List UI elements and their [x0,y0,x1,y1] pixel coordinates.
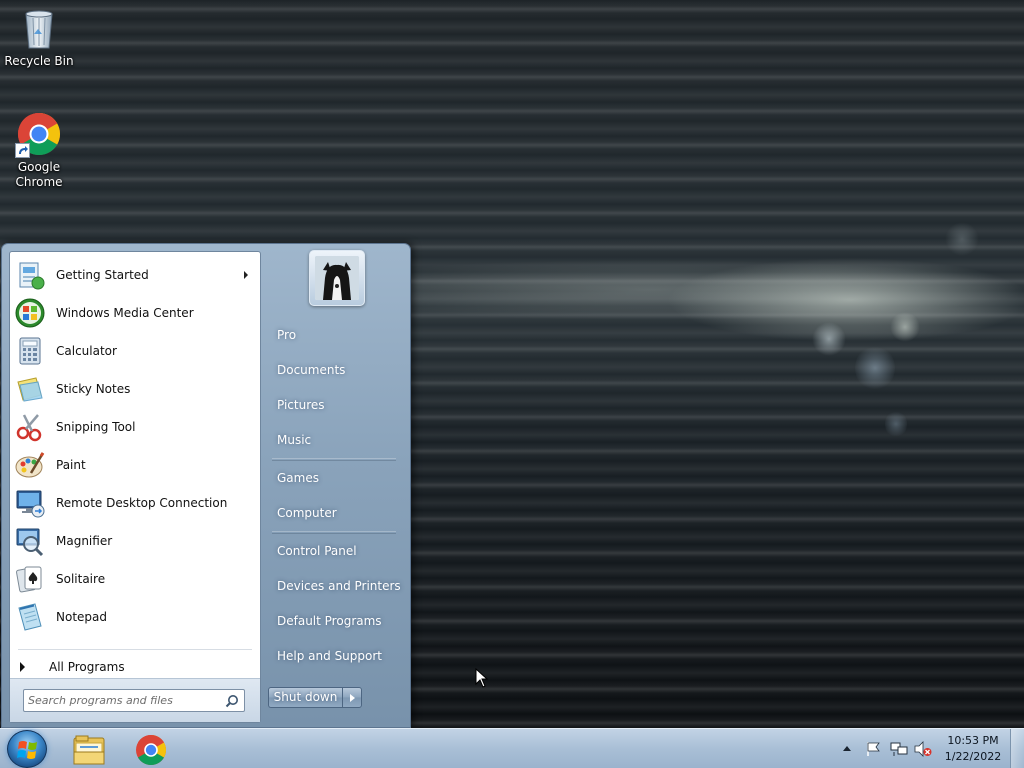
search-area [10,678,260,722]
program-label: Remote Desktop Connection [56,496,228,510]
desktop-icon-google-chrome[interactable]: Google Chrome [1,112,77,190]
all-programs-button[interactable]: All Programs [10,654,260,680]
place-music[interactable]: Music [264,423,404,458]
shutdown-button[interactable]: Shut down [268,687,342,708]
sticky-notes-icon [14,373,46,405]
wallpaper-light [890,312,920,342]
paint-icon [14,449,46,481]
wallpaper-light [945,222,979,256]
program-windows-media-center[interactable]: Windows Media Center [10,294,260,332]
search-icon[interactable] [225,694,239,708]
desktop-icon-label: Chrome [15,175,63,189]
recycle-bin-icon [22,8,56,50]
expand-arrow-icon [20,662,25,672]
programs-divider [18,649,252,650]
place-pictures[interactable]: Pictures [264,388,404,423]
pinned-programs-list: Getting Started Windows Media Center Cal… [10,256,260,636]
taskbar-windows-explorer[interactable] [60,732,118,768]
program-label: Sticky Notes [56,382,131,396]
program-calculator[interactable]: Calculator [10,332,260,370]
solitaire-icon [14,563,46,595]
place-games[interactable]: Games [264,461,404,496]
program-label: Calculator [56,344,117,358]
wallpaper-light [885,410,907,438]
program-label: Getting Started [56,268,149,282]
program-magnifier[interactable]: Magnifier [10,522,260,560]
program-label: Windows Media Center [56,306,194,320]
magnifier-icon [14,525,46,557]
chrome-icon [136,734,167,766]
shortcut-arrow-icon [15,143,30,158]
place-devices-and-printers[interactable]: Devices and Printers [264,569,404,604]
desktop: Recycle Bin Google Chrome Getting Starte… [0,0,1024,728]
snipping-tool-icon [14,411,46,443]
wallpaper-light [855,345,895,391]
start-menu-programs-pane: Getting Started Windows Media Center Cal… [9,251,261,723]
folder-icon [73,735,105,765]
place-control-panel[interactable]: Control Panel [264,534,404,569]
program-label: Paint [56,458,86,472]
search-input[interactable] [28,692,218,709]
program-remote-desktop-connection[interactable]: Remote Desktop Connection [10,484,260,522]
start-menu-places: Pro Documents Pictures Music Games Compu… [264,318,404,674]
program-label: Solitaire [56,572,106,586]
remote-desktop-icon [14,487,46,519]
desktop-icon-label: Recycle Bin [4,54,74,68]
program-paint[interactable]: Paint [10,446,260,484]
program-notepad[interactable]: Notepad [10,598,260,636]
desktop-icon-label: Google [17,160,61,174]
user-avatar[interactable] [309,250,365,306]
mouse-cursor-icon [475,668,489,688]
submenu-arrow-icon[interactable] [244,271,248,279]
search-box[interactable] [23,689,245,712]
program-snipping-tool[interactable]: Snipping Tool [10,408,260,446]
taskbar-google-chrome[interactable] [122,732,180,768]
system-clock[interactable]: 10:53 PM 1/22/2022 [940,733,1006,765]
all-programs-label: All Programs [49,660,125,674]
windows-media-center-icon [14,297,46,329]
program-sticky-notes[interactable]: Sticky Notes [10,370,260,408]
start-button[interactable] [7,730,47,768]
place-computer[interactable]: Computer [264,496,404,531]
program-label: Notepad [56,610,107,624]
program-label: Snipping Tool [56,420,136,434]
program-getting-started[interactable]: Getting Started [10,256,260,294]
place-documents[interactable]: Documents [264,353,404,388]
wallpaper-light [812,322,846,356]
shutdown-control: Shut down [268,687,362,708]
start-menu: Getting Started Windows Media Center Cal… [1,243,411,728]
network-icon[interactable] [890,741,908,757]
program-solitaire[interactable]: Solitaire [10,560,260,598]
clock-date: 1/22/2022 [944,750,1002,763]
desktop-icon-recycle-bin[interactable]: Recycle Bin [1,8,77,69]
clock-time: 10:53 PM [947,734,999,747]
volume-muted-icon[interactable] [914,741,932,757]
chrome-icon [15,112,61,158]
show-desktop-button[interactable] [1010,729,1024,768]
place-default-programs[interactable]: Default Programs [264,604,404,639]
taskbar: 10:53 PM 1/22/2022 [0,728,1024,768]
action-center-flag-icon[interactable] [865,741,883,757]
program-label: Magnifier [56,534,113,548]
place-help-and-support[interactable]: Help and Support [264,639,404,674]
calculator-icon [14,335,46,367]
getting-started-icon [14,259,46,291]
user-picture [315,256,359,300]
notepad-icon [14,601,46,633]
shutdown-options-arrow-icon[interactable] [342,687,362,708]
windows-logo-icon [17,741,37,759]
show-hidden-icons-button[interactable] [843,746,851,751]
place-user-folder[interactable]: Pro [264,318,404,353]
